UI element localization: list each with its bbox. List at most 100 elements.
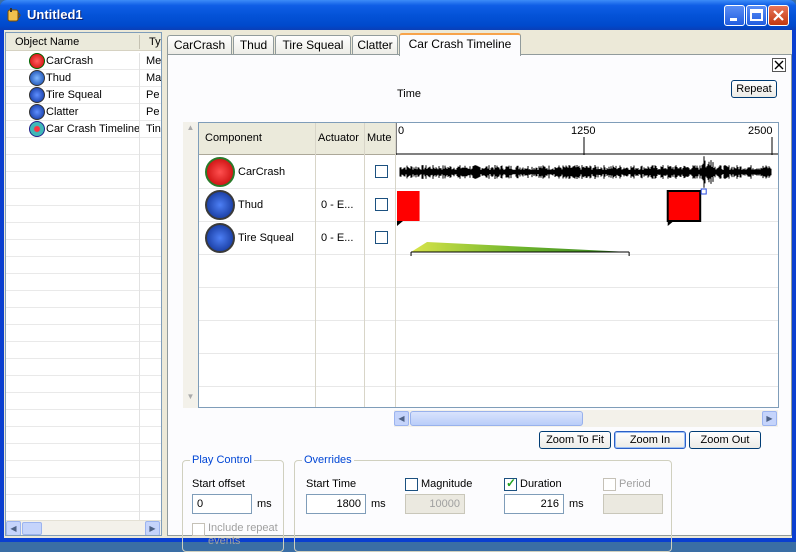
zoom-out-button[interactable]: Zoom Out	[689, 431, 761, 449]
list-item[interactable]: Tire Squeal Pe	[6, 87, 161, 104]
list-item-name: CarCrash	[46, 55, 94, 67]
tab-carcrash[interactable]: CarCrash	[167, 35, 232, 55]
list-item[interactable]: Car Crash Timeline Tin	[6, 121, 161, 138]
timeline-vertical-scrollbar[interactable]: ▲ ▼	[183, 122, 198, 408]
close-timeline-button[interactable]	[772, 58, 786, 72]
splitter[interactable]	[162, 30, 166, 538]
list-item-type: Ma	[146, 72, 162, 84]
tab-thud[interactable]: Thud	[233, 35, 274, 55]
compound-effect-icon	[29, 53, 45, 69]
thud-event-block[interactable]	[666, 190, 702, 222]
time-ruler[interactable]: 0 1250 2500	[396, 123, 778, 155]
minimize-button[interactable]	[724, 5, 745, 26]
tire-squeal-envelope[interactable]	[411, 242, 630, 252]
timeline-grid[interactable]: Component Actuator Mute 0 1250 2500 CarC…	[198, 122, 779, 408]
scroll-left-button[interactable]: ◀	[394, 411, 409, 426]
checkmark-icon: ✓	[506, 476, 517, 490]
start-time-unit: ms	[371, 498, 386, 510]
list-item-type: Tin	[146, 123, 161, 135]
duration-label: Duration	[520, 478, 562, 490]
thud-event-block[interactable]	[397, 191, 420, 221]
timeline-row-empty	[199, 321, 778, 354]
zoom-to-fit-button[interactable]: Zoom To Fit	[539, 431, 611, 449]
period-input[interactable]	[603, 494, 663, 514]
ruler-tick-label: 1250	[571, 125, 596, 137]
close-icon	[773, 10, 784, 21]
duration-checkbox[interactable]: ✓	[504, 476, 517, 491]
list-item-type: Pe	[146, 89, 160, 101]
list-item[interactable]: CarCrash Me	[6, 53, 161, 70]
period-label: Period	[619, 478, 651, 490]
list-item[interactable]: Clatter Pe	[6, 104, 161, 121]
timeline-row-empty	[199, 354, 778, 387]
scroll-thumb[interactable]	[410, 411, 583, 426]
component-name: Tire Squeal	[238, 232, 294, 244]
overrides-title: Overrides	[302, 454, 354, 466]
tab-tire-squeal[interactable]: Tire Squeal	[275, 35, 351, 55]
timeline-header: Component Actuator Mute 0 1250 2500	[199, 123, 778, 155]
time-label: Time	[397, 88, 422, 100]
magnitude-effect-icon	[29, 70, 45, 86]
start-offset-unit: ms	[257, 498, 272, 510]
list-item-name: Tire Squeal	[46, 89, 102, 101]
event-track[interactable]	[396, 156, 778, 256]
tire-squeal-ramp[interactable]	[410, 242, 630, 256]
thud-events[interactable]	[397, 188, 707, 226]
object-list-header: Object Name Ty	[6, 33, 161, 51]
duration-input[interactable]	[504, 494, 564, 514]
start-offset-input[interactable]	[192, 494, 252, 514]
overrides-group: Overrides Start Time ms Magnitude ✓ Dura…	[294, 454, 672, 552]
mute-checkbox[interactable]	[375, 165, 388, 178]
periodic-effect-icon	[29, 87, 45, 103]
periodic-effect-icon	[205, 223, 235, 253]
scroll-right-button[interactable]: ▶	[762, 411, 777, 426]
title-bar[interactable]: Untitled1	[0, 0, 796, 30]
column-object-name[interactable]: Object Name	[15, 36, 79, 48]
list-item[interactable]: Thud Ma	[6, 70, 162, 87]
tab-car-crash-timeline[interactable]: Car Crash Timeline	[399, 33, 521, 56]
period-checkbox[interactable]	[603, 478, 616, 491]
duration-unit: ms	[569, 498, 584, 510]
timeline-panel: Time Repeat ▲ ▼ Component Actuator Mute	[167, 54, 792, 552]
list-item-name: Thud	[46, 72, 72, 84]
scroll-left-button[interactable]: ◀	[6, 521, 21, 535]
component-actuator[interactable]: 0 - E...	[321, 232, 353, 244]
carcrash-waveform[interactable]	[399, 156, 772, 188]
timeline-row-empty	[199, 288, 778, 321]
timeline-horizontal-scrollbar[interactable]: ◀ ▶	[394, 410, 778, 427]
component-actuator[interactable]: 0 - E...	[321, 199, 353, 211]
close-button[interactable]	[768, 5, 789, 26]
resize-handle[interactable]	[700, 188, 707, 195]
timeline-row-empty	[199, 255, 778, 288]
header-mute[interactable]: Mute	[367, 132, 391, 144]
header-component[interactable]: Component	[205, 132, 262, 144]
header-actuator[interactable]: Actuator	[318, 132, 359, 144]
zoom-in-button[interactable]: Zoom In	[614, 431, 686, 449]
tab-clatter[interactable]: Clatter	[352, 35, 398, 55]
ruler-tick-label: 2500	[748, 125, 773, 137]
object-list-scrollbar[interactable]: ◀ ▶	[6, 520, 161, 535]
maximize-button[interactable]	[746, 5, 767, 26]
column-type[interactable]: Ty	[149, 36, 161, 48]
scroll-thumb[interactable]	[22, 522, 42, 535]
periodic-effect-icon	[29, 104, 45, 120]
scroll-down-button[interactable]: ▼	[184, 392, 197, 405]
start-time-label: Start Time	[306, 478, 357, 490]
start-offset-label: Start offset	[192, 478, 245, 490]
repeat-button[interactable]: Repeat	[731, 80, 777, 98]
mute-checkbox[interactable]	[375, 198, 388, 211]
include-repeat-checkbox[interactable]	[192, 523, 205, 536]
scroll-up-button[interactable]: ▲	[184, 123, 197, 136]
scroll-right-button[interactable]: ▶	[145, 521, 160, 535]
close-icon	[774, 60, 784, 70]
include-repeat-label: Include repeat events	[208, 522, 278, 547]
window-title: Untitled1	[27, 7, 83, 22]
magnitude-input[interactable]	[405, 494, 465, 514]
object-list[interactable]: Object Name Ty CarCrash Me Thud Ma Tire …	[5, 32, 162, 536]
list-item-name: Clatter	[46, 106, 79, 118]
minimize-icon	[730, 18, 737, 21]
main-window: Untitled1 Object Name Ty CarCrash Me Thu…	[0, 0, 796, 552]
mute-checkbox[interactable]	[375, 231, 388, 244]
start-time-input[interactable]	[306, 494, 366, 514]
magnitude-checkbox[interactable]	[405, 478, 418, 491]
